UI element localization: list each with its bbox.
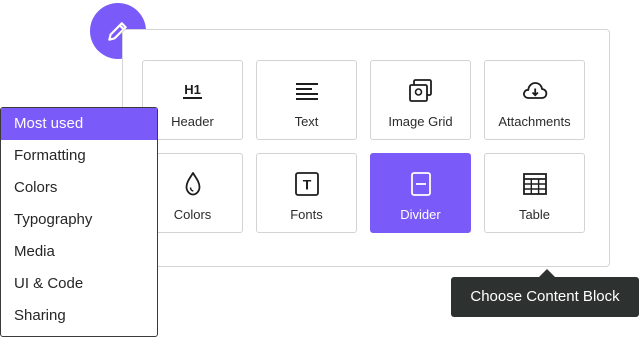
font-box-letter: T xyxy=(302,177,311,193)
table-icon xyxy=(485,171,584,197)
font-box-icon: T xyxy=(257,171,356,197)
menu-item-typography[interactable]: Typography xyxy=(1,204,157,236)
tooltip-arrow xyxy=(539,269,555,277)
menu-item-sharing[interactable]: Sharing xyxy=(1,300,157,332)
block-label: Attachments xyxy=(498,114,571,129)
block-text[interactable]: Text xyxy=(256,60,357,140)
menu-item-ui-code[interactable]: UI & Code xyxy=(1,268,157,300)
menu-item-formatting[interactable]: Formatting xyxy=(1,140,157,172)
block-fonts[interactable]: T Fonts xyxy=(256,153,357,233)
block-label: Text xyxy=(294,114,319,129)
menu-item-most-used[interactable]: Most used xyxy=(1,108,157,140)
tooltip: Choose Content Block xyxy=(451,277,639,317)
block-divider[interactable]: Divider xyxy=(370,153,471,233)
category-menu: Most used Formatting Colors Typography M… xyxy=(0,107,158,337)
h1-icon: H1 xyxy=(183,82,202,99)
block-attachments[interactable]: Attachments xyxy=(484,60,585,140)
image-grid-icon xyxy=(371,78,470,104)
divider-icon xyxy=(371,171,470,197)
text-lines-icon xyxy=(257,78,356,104)
cloud-download-icon xyxy=(485,78,584,104)
block-label: Table xyxy=(518,207,551,222)
menu-item-colors[interactable]: Colors xyxy=(1,172,157,204)
block-label: Fonts xyxy=(290,207,323,222)
block-label: Divider xyxy=(400,207,441,222)
menu-item-media[interactable]: Media xyxy=(1,236,157,268)
block-table[interactable]: Table xyxy=(484,153,585,233)
block-image-grid[interactable]: Image Grid xyxy=(370,60,471,140)
block-label: Image Grid xyxy=(388,114,453,129)
